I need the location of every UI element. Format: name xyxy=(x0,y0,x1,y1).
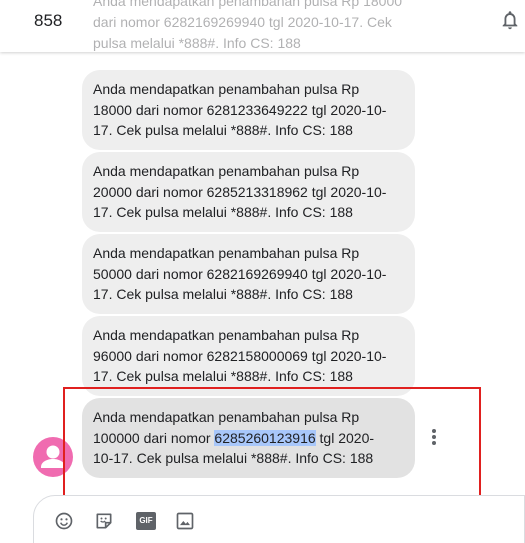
message-line: 50000 dari nomor 6282169269940 tgl 2020-… xyxy=(93,265,387,282)
gif-icon[interactable]: GIF xyxy=(136,512,156,530)
message-bubble[interactable]: Anda mendapatkan penambahan pulsa Rp 200… xyxy=(82,152,415,232)
conversation-header: 858 xyxy=(0,0,525,52)
gif-label: GIF xyxy=(139,516,153,525)
message-bubble[interactable]: Anda mendapatkan penambahan pulsa Rp 180… xyxy=(82,70,415,150)
message-line: Anda mendapatkan penambahan pulsa Rp xyxy=(93,245,360,261)
annotation-highlight-box xyxy=(63,387,481,497)
message-line: 18000 dari nomor 6281233649222 tgl 2020-… xyxy=(93,101,387,118)
message-line: 17. Cek pulsa melalui *888#. Info CS: 18… xyxy=(93,122,353,138)
sticker-icon[interactable] xyxy=(94,511,114,531)
message-line: Anda mendapatkan penambahan pulsa Rp xyxy=(93,81,360,97)
message-bubble[interactable]: Anda mendapatkan penambahan pulsa Rp 960… xyxy=(82,316,415,396)
message-line: 17. Cek pulsa melalui *888#. Info CS: 18… xyxy=(93,368,353,384)
message-bubble[interactable]: Anda mendapatkan penambahan pulsa Rp 500… xyxy=(82,234,415,314)
image-icon[interactable] xyxy=(175,511,195,531)
emoji-icon[interactable] xyxy=(54,511,74,531)
message-line: 20000 dari nomor 6285213318962 tgl 2020-… xyxy=(93,183,387,200)
message-line: 17. Cek pulsa melalui *888#. Info CS: 18… xyxy=(93,204,353,220)
message-line: Anda mendapatkan penambahan pulsa Rp xyxy=(93,163,360,179)
conversation-title: 858 xyxy=(34,11,63,30)
message-thread-screen: Anda mendapatkan penambahan pulsa Rp 180… xyxy=(0,0,525,543)
bell-icon[interactable] xyxy=(499,8,521,32)
message-line: Anda mendapatkan penambahan pulsa Rp xyxy=(93,327,360,343)
message-line: 96000 dari nomor 6282158000069 tgl 2020-… xyxy=(93,347,387,364)
message-line: 17. Cek pulsa melalui *888#. Info CS: 18… xyxy=(93,286,353,302)
